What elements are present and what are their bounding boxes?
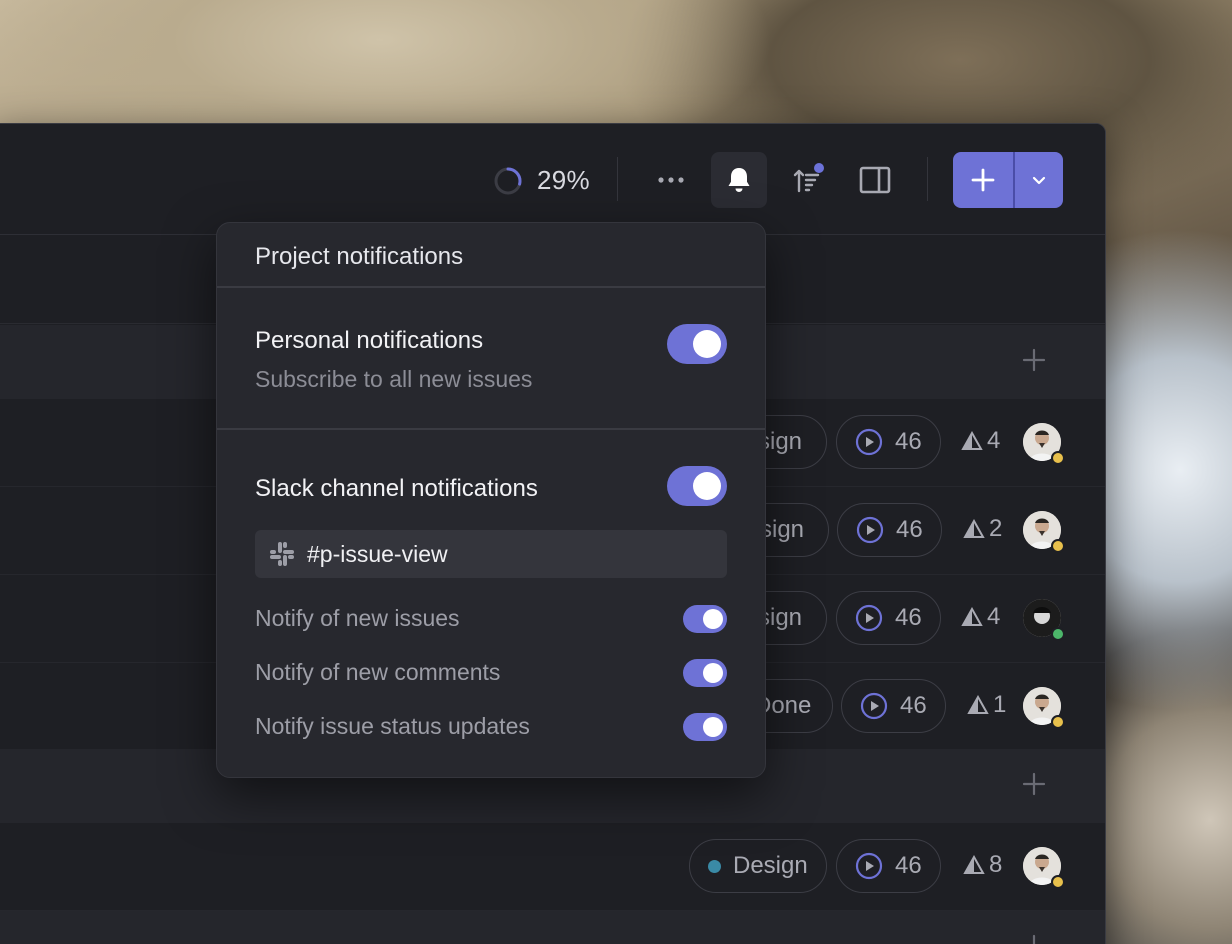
personal-notifications-subtitle: Subscribe to all new issues [255,366,533,392]
toggle-knob [703,663,723,683]
label-text: Design [733,852,808,879]
more-horizontal-icon [658,177,684,183]
priority-value: 4 [987,427,1001,454]
priority-indicator: 2 [963,515,1002,543]
toolbar-divider [617,157,618,201]
estimate-chip[interactable]: 46 [837,503,942,557]
cycle-play-icon [855,852,883,880]
slack-notifications-toggle[interactable] [667,466,727,506]
estimate-chip[interactable]: 46 [836,839,941,893]
label-text: sign [760,516,805,543]
status-dot [1051,539,1065,553]
more-options-button[interactable] [643,152,699,208]
priority-value: 8 [989,851,1003,878]
option-new-comments-toggle[interactable] [683,659,727,687]
estimate-value: 46 [900,692,927,719]
toggle-knob [693,472,721,500]
option-status-updates-toggle[interactable] [683,713,727,741]
new-issue-button[interactable] [953,152,1013,208]
popover-divider [217,428,765,430]
cycle-play-icon [860,692,888,720]
status-dot [1051,627,1065,641]
priority-value: 4 [987,603,1001,630]
add-issue-icon[interactable] [1019,345,1049,375]
assignee-avatar[interactable] [1023,687,1065,729]
label-chip[interactable]: Design [689,839,827,893]
option-status-updates-label: Notify issue status updates [255,713,530,739]
cycle-play-icon [855,604,883,632]
popover-title: Project notifications [255,243,464,270]
issue-row[interactable]: Design 46 8 [0,823,1105,911]
assignee-avatar[interactable] [1023,847,1065,889]
group-header-row [0,911,1105,944]
assignee-avatar[interactable] [1023,599,1065,641]
progress-percent: 29% [537,165,590,195]
cycle-play-icon [855,428,883,456]
chevron-down-icon [1032,176,1046,184]
plus-icon [971,168,995,192]
new-issue-menu-button[interactable] [1015,152,1063,208]
priority-value: 2 [989,515,1003,542]
status-dot [1051,875,1065,889]
personal-notifications-toggle[interactable] [667,324,727,364]
assignee-avatar[interactable] [1023,511,1065,553]
estimate-chip[interactable]: 46 [836,591,941,645]
toggle-panel-button[interactable] [847,152,903,208]
label-color-dot [708,859,721,873]
project-progress[interactable]: 29% [493,165,590,196]
toggle-knob [703,717,723,737]
sort-indicator-dot [814,163,824,173]
assignee-avatar[interactable] [1023,423,1065,465]
status-dot [1051,451,1065,465]
notifications-button[interactable] [711,152,767,208]
progress-ring-icon [494,167,522,194]
cycle-play-icon [856,516,884,544]
toolbar-divider [927,157,928,201]
status-dot [1051,715,1065,729]
toggle-knob [693,330,721,358]
personal-notifications-title: Personal notifications [255,327,484,354]
estimate-value: 46 [895,604,922,631]
toolbar: 29% [0,124,1105,235]
toggle-knob [703,609,723,629]
option-new-issues-label: Notify of new issues [255,605,460,631]
new-issue-split-button [953,152,1063,208]
popover-divider [217,286,765,288]
priority-triangle-icon [967,695,989,714]
estimate-value: 46 [896,516,923,543]
priority-triangle-icon [961,607,983,626]
notifications-popover: Project notifications Personal notificat… [216,222,766,778]
add-issue-icon[interactable] [1019,769,1049,799]
priority-indicator: 8 [963,851,1002,879]
option-new-comments-label: Notify of new comments [255,659,501,685]
estimate-chip[interactable]: 46 [836,415,941,469]
slack-channel-field[interactable]: #p-issue-view [255,530,727,578]
bell-icon [728,168,750,192]
slack-notifications-title: Slack channel notifications [255,475,538,502]
sort-button[interactable] [779,152,835,208]
estimate-chip[interactable]: 46 [841,679,946,733]
priority-triangle-icon [961,431,983,450]
priority-triangle-icon [963,519,985,538]
estimate-value: 46 [895,852,922,879]
priority-indicator: 4 [961,427,1000,455]
priority-indicator: 1 [967,691,1006,719]
add-issue-icon[interactable] [1019,931,1049,944]
option-new-issues-toggle[interactable] [683,605,727,633]
slack-icon [270,542,294,566]
priority-indicator: 4 [961,603,1000,631]
priority-value: 1 [993,691,1007,718]
sidebar-panel-icon [859,166,891,194]
priority-triangle-icon [963,855,985,874]
slack-channel-name: #p-issue-view [307,540,448,567]
estimate-value: 46 [895,428,922,455]
